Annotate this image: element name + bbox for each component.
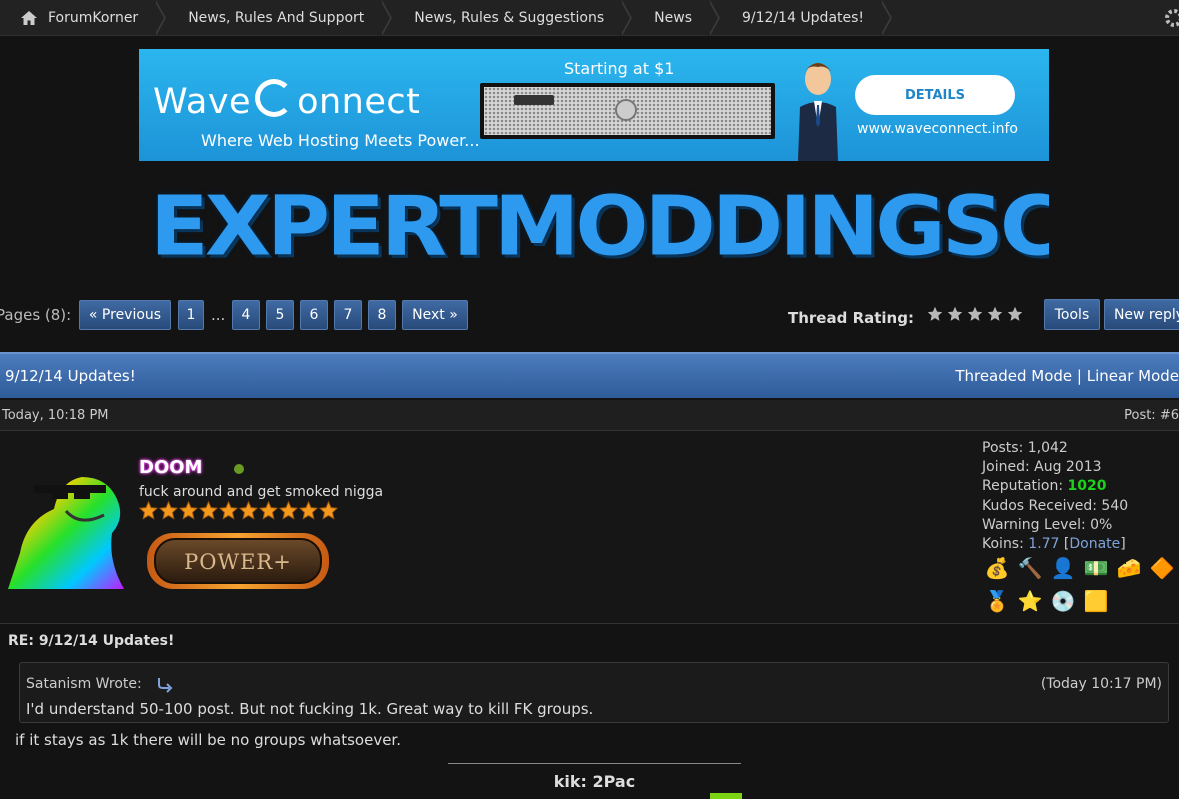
thread-header: 9/12/14 Updates! Threaded Mode | Linear … xyxy=(0,352,1179,398)
breadcrumb-home[interactable]: ForumKorner xyxy=(0,0,167,36)
user-group-badge: POWER+ xyxy=(147,533,329,589)
server-icon xyxy=(480,83,775,139)
user-group-label: POWER+ xyxy=(184,550,292,574)
vinyl-record-award-icon[interactable]: 💿 xyxy=(1048,586,1078,616)
quote-text: I'd understand 50-100 post. But not fuck… xyxy=(26,700,594,718)
view-mode-links[interactable]: Threaded Mode | Linear Mode xyxy=(955,367,1179,385)
avatar[interactable] xyxy=(8,471,126,589)
rating-star-icon[interactable] xyxy=(947,306,963,322)
signature-text: kik: 2Pac xyxy=(553,772,636,791)
page-button-7[interactable]: 7 xyxy=(334,300,362,330)
ad-url: www.waveconnect.info xyxy=(857,121,1018,137)
pagination-ellipsis: ... xyxy=(211,306,226,324)
rank-star-icon xyxy=(219,501,238,520)
author-stats: Posts: 1,042 Joined: Aug 2013 Reputation… xyxy=(982,439,1128,554)
rank-star-icon xyxy=(239,501,258,520)
rank-star-icon xyxy=(299,501,318,520)
ad-details-button[interactable]: DETAILS xyxy=(855,75,1015,115)
rating-star-icon[interactable] xyxy=(967,306,983,322)
jump-to-post-icon[interactable] xyxy=(156,675,174,693)
rank-star-icon xyxy=(279,501,298,520)
stat-posts: Posts: 1,042 xyxy=(982,440,1068,456)
ad-logo-swirl-icon xyxy=(255,79,294,117)
author-user-title: fuck around and get smoked nigga xyxy=(139,484,384,500)
signature-divider xyxy=(448,763,741,764)
breadcrumb-home-label: ForumKorner xyxy=(48,9,139,26)
face-award-icon[interactable]: 👤 xyxy=(1048,553,1078,583)
author-rank-stars xyxy=(139,501,338,520)
rank-star-icon xyxy=(179,501,198,520)
rank-star-icon xyxy=(199,501,218,520)
home-icon xyxy=(21,10,37,25)
ad-tagline: Where Web Hosting Meets Power... xyxy=(201,131,480,150)
donate-link[interactable]: Donate xyxy=(1069,536,1120,552)
ad-banner[interactable]: Wave onnect Where Web Hosting Meets Power… xyxy=(139,49,1049,161)
page-button-8[interactable]: 8 xyxy=(368,300,396,330)
breadcrumb-news-rules-suggestions[interactable]: News, Rules & Suggestions xyxy=(390,0,633,36)
breadcrumb: ForumKorner News, Rules And Support News… xyxy=(0,0,1179,36)
quote-author: Satanism Wrote: xyxy=(26,676,142,692)
post-subject: RE: 9/12/14 Updates! xyxy=(8,633,175,649)
thread-title: 9/12/14 Updates! xyxy=(5,367,136,385)
k-star-award-icon[interactable]: ⭐ xyxy=(1015,586,1045,616)
gem-award-icon[interactable]: 🔶 xyxy=(1147,553,1177,583)
rank-star-icon xyxy=(159,501,178,520)
rank-star-icon xyxy=(319,501,338,520)
stat-kudos: Kudos Received: 540 xyxy=(982,497,1129,514)
quote-time: (Today 10:17 PM) xyxy=(1040,676,1162,692)
author-username[interactable]: DOOM xyxy=(139,457,202,478)
rating-star-icon[interactable] xyxy=(927,306,943,322)
stat-joined: Joined: Aug 2013 xyxy=(982,459,1102,476)
page-button-5[interactable]: 5 xyxy=(266,300,294,330)
previous-page-button[interactable]: « Previous xyxy=(79,300,171,330)
wu-tang-award-icon[interactable]: 🟨 xyxy=(1081,586,1111,616)
page-button-4[interactable]: 4 xyxy=(232,300,260,330)
post-message: if it stays as 1k there will be no group… xyxy=(15,731,401,749)
site-logo[interactable]: EXPERTMODDINGSCENE xyxy=(150,188,1049,270)
post-number-link[interactable]: Post: #6 xyxy=(1124,408,1179,423)
rank-star-icon xyxy=(139,501,158,520)
pages-label: Pages (8): xyxy=(0,306,72,324)
medal-award-icon[interactable]: 🏅 xyxy=(982,586,1012,616)
tools-button[interactable]: Tools xyxy=(1044,299,1100,330)
gavel-award-icon[interactable]: 🔨 xyxy=(1015,553,1045,583)
award-icons: 💰 🔨 👤 💵 🧀 🔶 🏅 ⭐ 💿 🟨 xyxy=(982,553,1179,616)
rating-star-icon[interactable] xyxy=(987,306,1003,322)
next-page-button[interactable]: Next » xyxy=(402,300,468,330)
reputation-value[interactable]: 1020 xyxy=(1068,478,1107,494)
stat-koins: Koins: 1.77 [Donate] xyxy=(982,536,1126,553)
breadcrumb-current-thread[interactable]: 9/12/14 Updates! xyxy=(718,0,893,36)
post-date: Today, 10:18 PM xyxy=(2,407,109,423)
rating-star-icon[interactable] xyxy=(1007,306,1023,322)
stat-reputation: Reputation: 1020 xyxy=(982,478,1107,495)
gear-icon[interactable] xyxy=(1163,7,1179,29)
koins-value[interactable]: 1.77 xyxy=(1028,536,1059,552)
page-button-6[interactable]: 6 xyxy=(300,300,328,330)
quote-block: Satanism Wrote: (Today 10:17 PM) I'd und… xyxy=(19,662,1169,723)
cash-award-icon[interactable]: 💵 xyxy=(1081,553,1111,583)
breadcrumb-news[interactable]: News xyxy=(630,0,720,36)
rank-star-icon xyxy=(259,501,278,520)
mascot-icon xyxy=(798,63,838,161)
stat-warning: Warning Level: 0% xyxy=(982,516,1113,533)
signature-image xyxy=(710,793,742,799)
money-bag-award-icon[interactable]: 💰 xyxy=(982,553,1012,583)
online-status-icon xyxy=(234,464,244,474)
ad-brand-logo: Wave onnect xyxy=(153,79,420,122)
ad-starting-price: Starting at $1 xyxy=(564,59,675,78)
breadcrumb-news-rules-support[interactable]: News, Rules And Support xyxy=(164,0,393,36)
thread-rating-label: Thread Rating: xyxy=(788,309,914,327)
page-button-1[interactable]: 1 xyxy=(178,300,204,330)
post-meta-bar: Today, 10:18 PM Post: #6 xyxy=(0,400,1179,431)
cheese-award-icon[interactable]: 🧀 xyxy=(1114,553,1144,583)
thread-rating-stars[interactable] xyxy=(927,306,1023,322)
new-reply-button[interactable]: New reply xyxy=(1104,299,1179,330)
post-author-block: DOOM fuck around and get smoked nigga PO… xyxy=(0,431,1179,624)
